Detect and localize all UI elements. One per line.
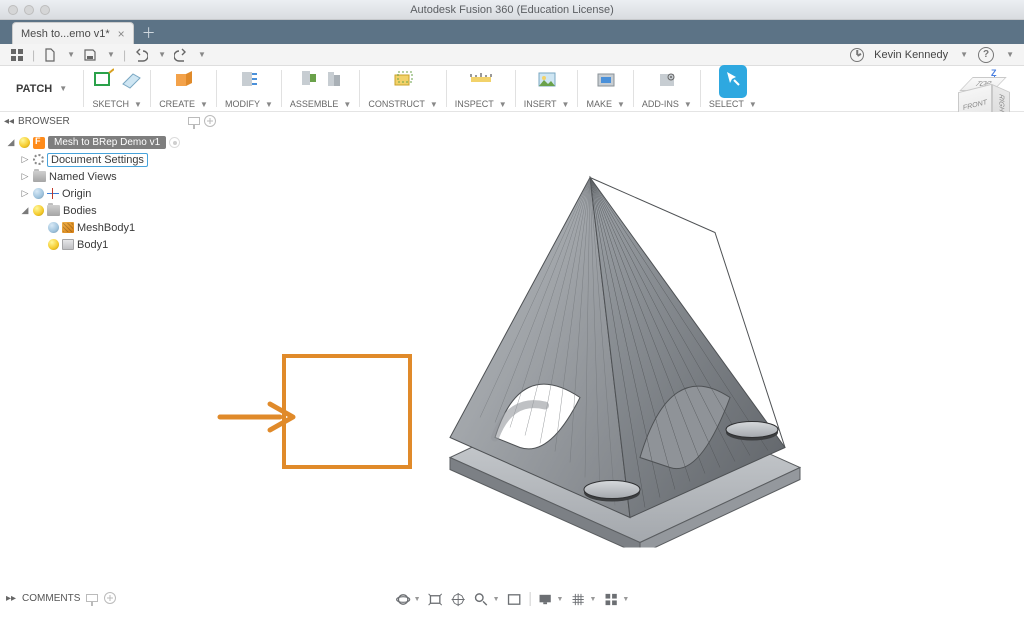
tree-named-views[interactable]: ▷ Named Views (0, 168, 220, 185)
tree-body1[interactable]: Body1 (0, 236, 220, 253)
tab-label: Mesh to...emo v1* (21, 28, 110, 40)
ribbon-group-modify[interactable]: MODIFY▼ (217, 66, 281, 111)
construct-icon[interactable] (392, 68, 414, 95)
window-title: Autodesk Fusion 360 (Education License) (410, 4, 614, 16)
expand-icon[interactable]: ▷ (20, 188, 30, 199)
expand-icon[interactable]: ◢ (6, 137, 16, 148)
traffic-lights (8, 5, 50, 15)
expand-icon[interactable]: ◢ (20, 205, 30, 216)
data-panel-icon[interactable] (10, 48, 24, 62)
ribbon-group-sketch[interactable]: SKETCH▼ (84, 66, 150, 111)
workspace-selector[interactable]: PATCH ▼ (0, 66, 83, 111)
ribbon-group-addins[interactable]: ADD-INS▼ (634, 66, 700, 111)
folder-icon (47, 205, 60, 216)
browser-title: BROWSER (18, 116, 70, 127)
mesh-icon (62, 222, 74, 233)
assemble-align-icon[interactable] (325, 68, 343, 95)
sketch-rect-icon[interactable] (92, 68, 114, 95)
ribbon-group-assemble[interactable]: ASSEMBLE▼ (282, 66, 359, 111)
select-icon[interactable] (721, 67, 745, 96)
zoom-icon[interactable] (474, 591, 490, 607)
folder-icon (33, 171, 46, 182)
collapse-icon[interactable]: ◂◂ (4, 116, 14, 127)
sketch-plane-icon[interactable] (120, 68, 142, 95)
pin-icon[interactable] (86, 594, 98, 602)
modify-icon[interactable] (238, 68, 260, 95)
bulb-icon[interactable] (33, 188, 44, 199)
ribbon-group-select[interactable]: SELECT▼ (701, 66, 765, 111)
gear-icon (33, 154, 44, 165)
ribbon-group-inspect[interactable]: INSPECT▼ (447, 66, 515, 111)
new-tab-button[interactable]: ＋ (138, 22, 160, 44)
settings-circle-icon[interactable] (204, 115, 216, 127)
display-settings-icon[interactable] (538, 591, 554, 607)
redo-icon[interactable] (174, 48, 188, 62)
close-icon[interactable]: × (118, 27, 125, 41)
ribbon-group-construct[interactable]: CONSTRUCT▼ (360, 66, 445, 111)
viewport-layout-icon[interactable] (603, 591, 619, 607)
bulb-icon[interactable] (48, 239, 59, 250)
collapse-icon[interactable]: ▸▸ (6, 593, 16, 604)
job-status-icon[interactable] (850, 48, 864, 62)
tree-root[interactable]: ◢ Mesh to BRep Demo v1 (0, 134, 220, 151)
ribbon-toolbar: PATCH ▼ SKETCH▼ CREATE▼ MODIFY▼ ASSEMBLE… (0, 66, 1024, 112)
comments-label: COMMENTS (22, 593, 80, 604)
insert-icon[interactable] (536, 68, 558, 95)
expand-icon[interactable]: ▷ (20, 171, 30, 182)
expand-icon[interactable]: ▷ (20, 154, 30, 165)
fit-icon[interactable] (507, 591, 523, 607)
orbit-icon[interactable] (395, 591, 411, 607)
addins-icon[interactable] (656, 68, 678, 95)
design-icon (33, 137, 45, 149)
pan-icon[interactable] (451, 591, 467, 607)
file-icon[interactable] (43, 48, 57, 62)
browser-header[interactable]: ◂◂ BROWSER (0, 112, 220, 130)
bulb-icon[interactable] (48, 222, 59, 233)
document-tabstrip: Mesh to...emo v1* × ＋ (0, 20, 1024, 44)
navigation-toolbar: ▼ ▼ ▼ ▼ ▼ (395, 591, 630, 607)
ribbon-group-make[interactable]: MAKE▼ (578, 66, 632, 111)
model-phone-stand[interactable] (380, 147, 820, 552)
quick-access-toolbar: | ▼ ▼ | ▼ ▼ Kevin Kennedy▼ ?▼ (0, 44, 1024, 66)
quickbar-right: Kevin Kennedy▼ ?▼ (850, 47, 1014, 63)
make-icon[interactable] (595, 68, 617, 95)
zoom-dot[interactable] (40, 5, 50, 15)
bulb-icon[interactable] (33, 205, 44, 216)
create-icon[interactable] (172, 68, 196, 95)
window-titlebar: Autodesk Fusion 360 (Education License) (0, 0, 1024, 20)
tree-document-settings[interactable]: ▷ Document Settings (0, 151, 220, 168)
save-icon[interactable] (83, 48, 97, 62)
undo-icon[interactable] (134, 48, 148, 62)
workspace-name: PATCH (16, 83, 52, 95)
origin-icon (47, 188, 59, 199)
grid-snap-icon[interactable] (570, 591, 586, 607)
bulb-icon[interactable] (19, 137, 30, 148)
minimize-dot[interactable] (24, 5, 34, 15)
close-dot[interactable] (8, 5, 18, 15)
tree-meshbody[interactable]: MeshBody1 (0, 219, 220, 236)
ribbon-group-insert[interactable]: INSERT▼ (516, 66, 578, 111)
root-name-chip[interactable]: Mesh to BRep Demo v1 (48, 136, 166, 149)
document-tab[interactable]: Mesh to...emo v1* × (12, 22, 134, 44)
ribbon-group-create[interactable]: CREATE▼ (151, 66, 216, 111)
help-icon[interactable]: ? (978, 47, 994, 63)
browser-tree: ◢ Mesh to BRep Demo v1 ▷ Document Settin… (0, 130, 220, 257)
settings-circle-icon[interactable] (104, 592, 116, 604)
browser-panel: ◂◂ BROWSER ◢ Mesh to BRep Demo v1 ▷ Docu… (0, 112, 220, 257)
pin-icon[interactable] (188, 117, 200, 125)
annotation-arrow (215, 392, 305, 447)
tree-bodies[interactable]: ◢ Bodies (0, 202, 220, 219)
comments-bar[interactable]: ▸▸ COMMENTS (0, 589, 222, 607)
viewport-canvas[interactable] (220, 112, 1024, 587)
body-icon (62, 239, 74, 250)
user-name[interactable]: Kevin Kennedy (874, 49, 948, 61)
inspect-icon[interactable] (469, 68, 493, 95)
tree-origin[interactable]: ▷ Origin (0, 185, 220, 202)
visibility-icon[interactable] (169, 137, 180, 148)
lookat-icon[interactable] (428, 591, 444, 607)
assemble-joint-icon[interactable] (299, 68, 319, 95)
